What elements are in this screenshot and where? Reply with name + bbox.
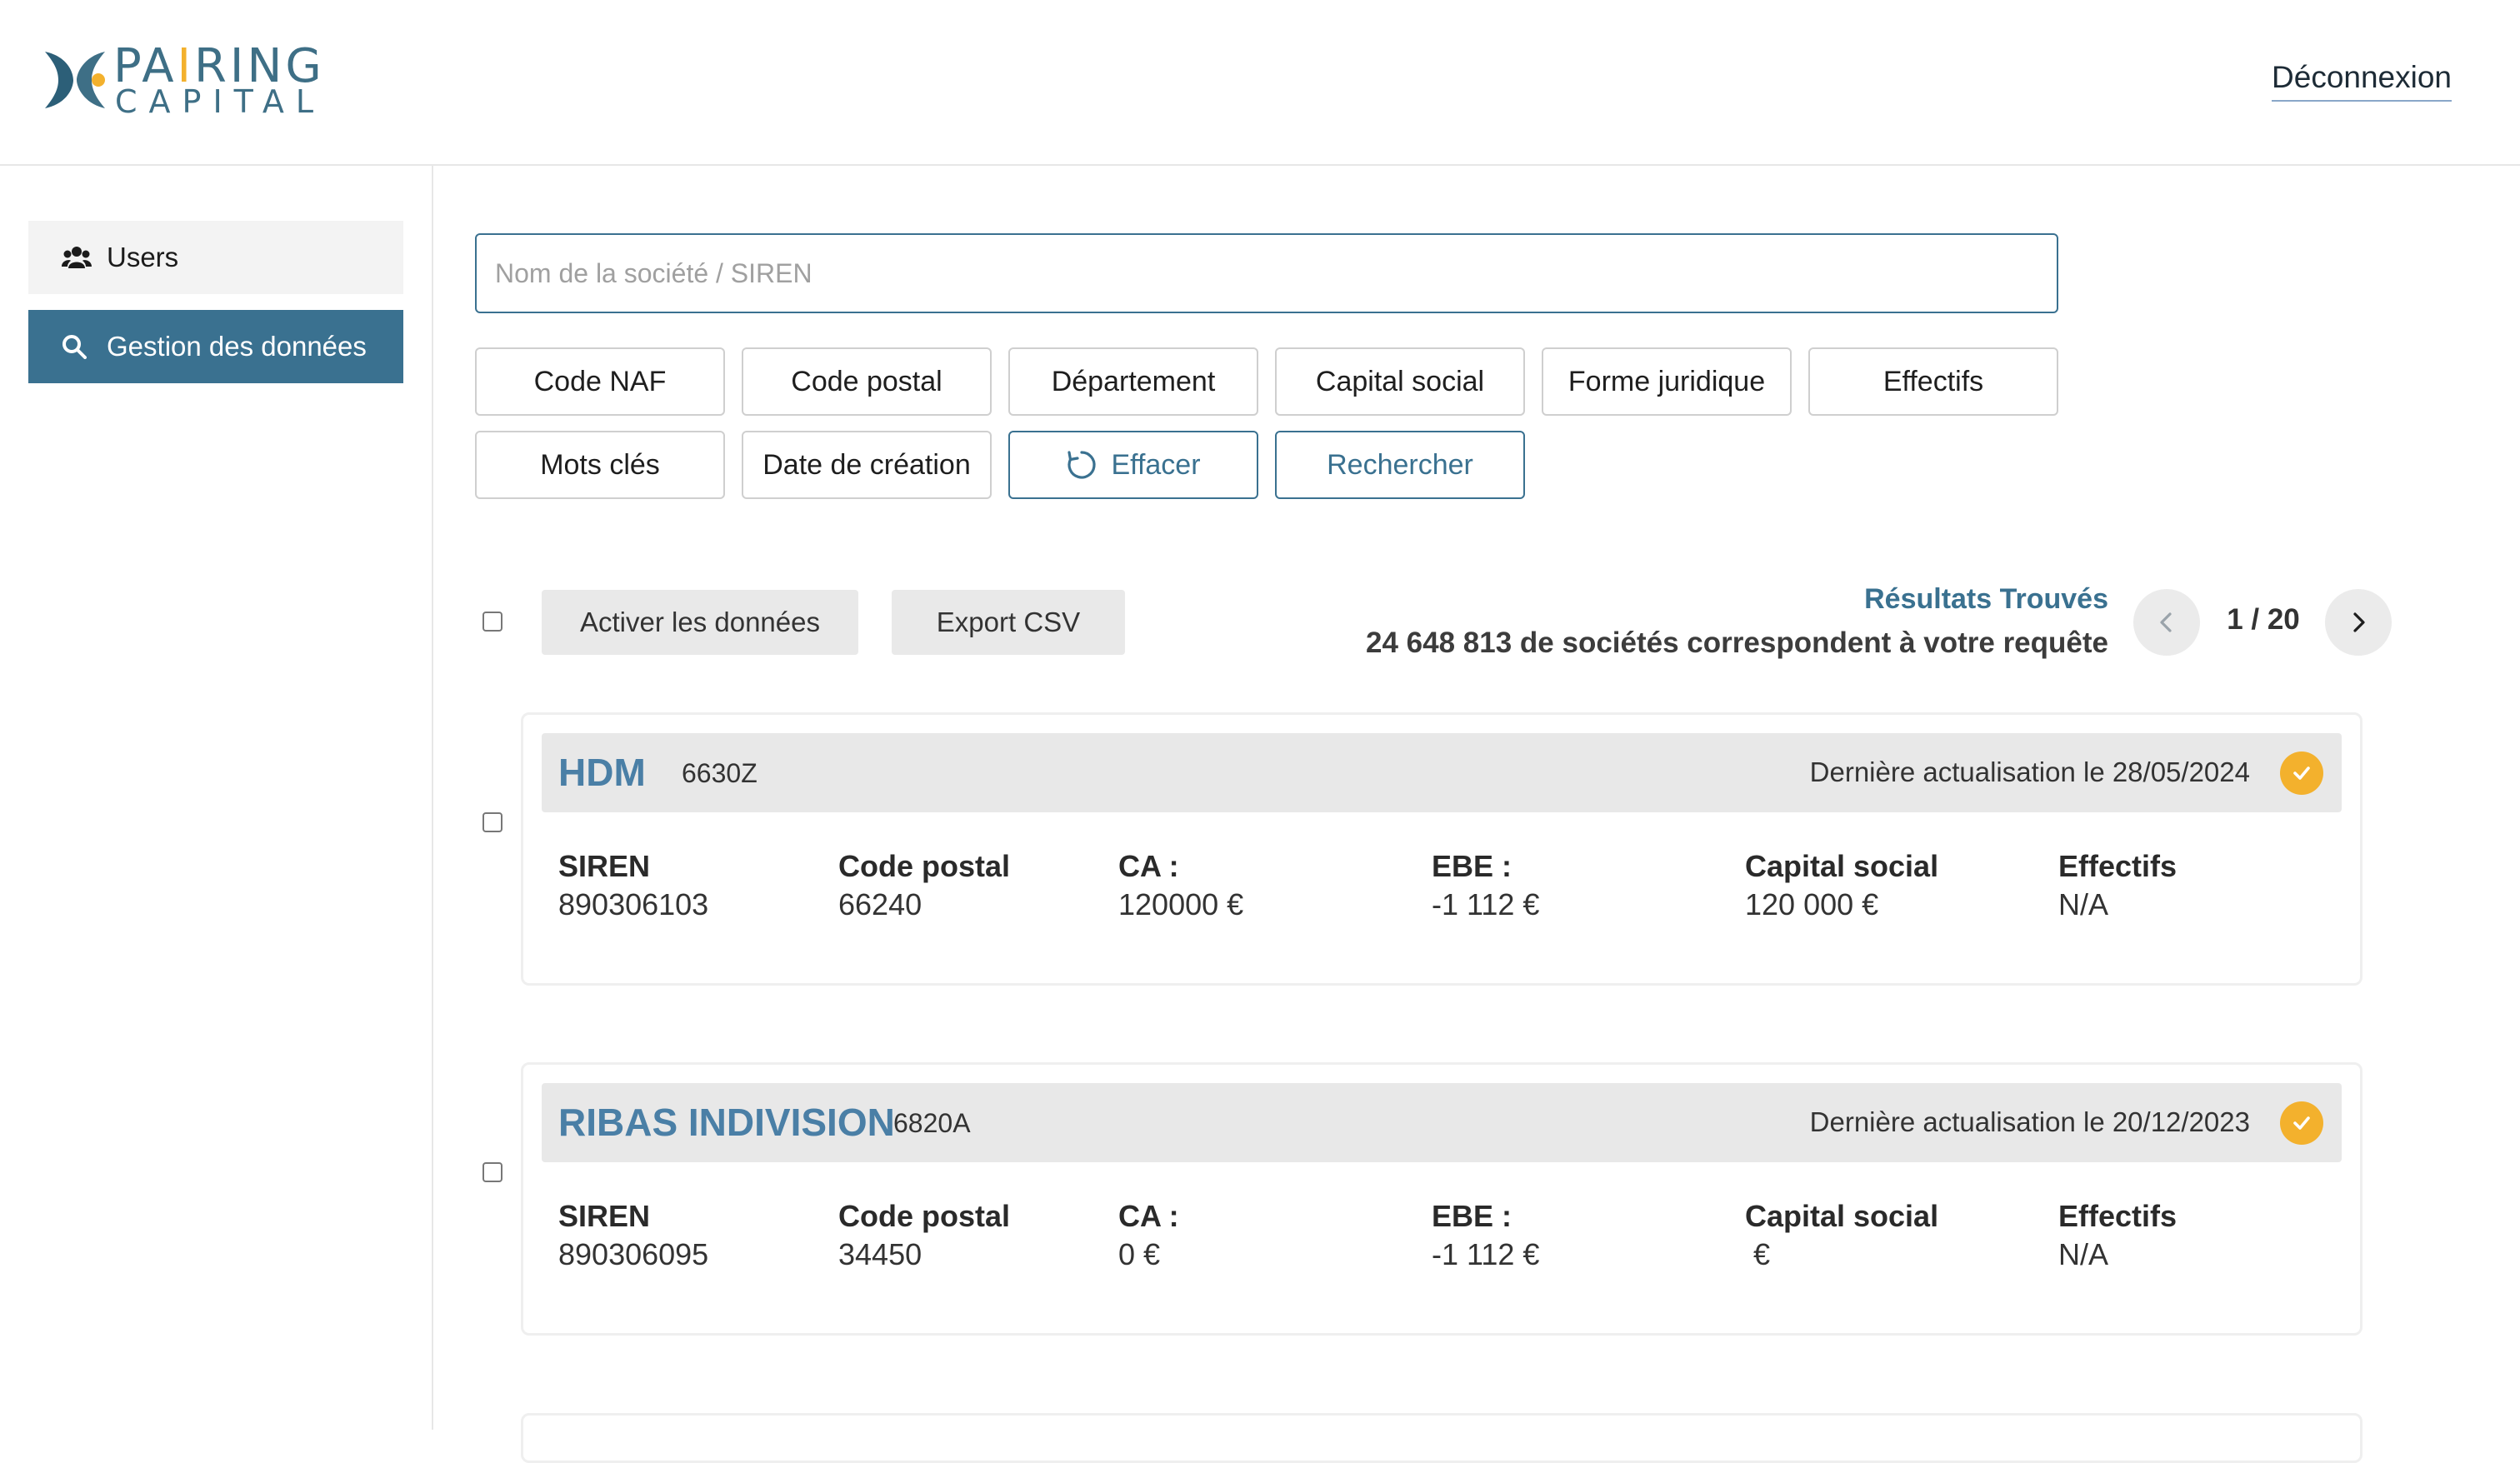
field-code-postal: Code postal 66240 <box>838 848 1010 925</box>
company-name-link[interactable]: HDM <box>558 750 646 795</box>
company-card-header: RIBAS INDIVISION 6820A Dernière actualis… <box>542 1083 2342 1162</box>
company-card: RIBAS INDIVISION 6820A Dernière actualis… <box>521 1062 2362 1336</box>
filter-date-creation-button[interactable]: Date de création <box>742 431 992 499</box>
field-value: -1 112 € <box>1432 887 1540 921</box>
reset-icon <box>1066 449 1098 481</box>
results-title: Résultats Trouvés <box>1864 583 2108 615</box>
field-ca: CA : 120000 € <box>1118 848 1243 925</box>
filter-capital-social-button[interactable]: Capital social <box>1275 347 1525 416</box>
field-label: Effectifs <box>2058 849 2178 883</box>
sidebar-item-label: Users <box>107 242 179 272</box>
field-label: CA : <box>1118 1199 1179 1233</box>
field-capital-social: Capital social € <box>1745 1198 1938 1275</box>
filter-forme-juridique-button[interactable]: Forme juridique <box>1542 347 1792 416</box>
sidebar-item-data-management[interactable]: Gestion des données <box>28 310 403 383</box>
pairing-capital-logo[interactable]: PAIRING CAPITAL <box>43 42 322 118</box>
logout-link[interactable]: Déconnexion <box>2272 60 2452 102</box>
sidebar-item-users[interactable]: Users <box>28 221 403 294</box>
last-update-text: Dernière actualisation le 20/12/2023 <box>1809 1106 2250 1137</box>
naf-code: 6820A <box>893 1108 971 1138</box>
field-value: N/A <box>2058 1237 2109 1271</box>
field-label: Code postal <box>838 1199 1011 1233</box>
field-label: EBE : <box>1432 1199 1512 1233</box>
company-name-link[interactable]: RIBAS INDIVISION <box>558 1100 895 1145</box>
filter-effectifs-button[interactable]: Effectifs <box>1808 347 2058 416</box>
clear-button[interactable]: Effacer <box>1008 431 1258 499</box>
results-count: 24 648 813 de sociétés correspondent à v… <box>1366 627 2108 659</box>
sidebar: Users Gestion des données <box>0 166 433 1430</box>
field-label: Capital social <box>1745 1199 1939 1233</box>
field-label: SIREN <box>558 1199 651 1233</box>
field-effectifs: Effectifs N/A <box>2058 1198 2177 1275</box>
field-siren: SIREN 890306095 <box>558 1198 708 1275</box>
company-card: HDM 6630Z Dernière actualisation le 28/0… <box>521 712 2362 986</box>
company-card <box>521 1413 2362 1463</box>
select-all-checkbox[interactable] <box>482 612 502 632</box>
logo-wordmark-bottom: CAPITAL <box>115 83 326 120</box>
verified-check-icon <box>2280 1101 2323 1145</box>
sidebar-item-label: Gestion des données <box>107 331 367 362</box>
filter-code-postal-button[interactable]: Code postal <box>742 347 992 416</box>
activate-data-button[interactable]: Activer les données <box>542 590 858 655</box>
field-capital-social: Capital social 120 000 € <box>1745 848 1938 925</box>
filter-code-naf-button[interactable]: Code NAF <box>475 347 725 416</box>
field-value: 890306095 <box>558 1237 709 1271</box>
field-label: Effectifs <box>2058 1199 2178 1233</box>
field-value: € <box>1745 1237 1771 1271</box>
clear-button-label: Effacer <box>1111 448 1201 481</box>
field-value: 120000 € <box>1118 887 1244 921</box>
company-card-header: HDM 6630Z Dernière actualisation le 28/0… <box>542 733 2342 812</box>
field-ca: CA : 0 € <box>1118 1198 1179 1275</box>
chevron-left-icon <box>2160 612 2172 632</box>
company-search-input[interactable] <box>475 233 2058 313</box>
field-label: EBE : <box>1432 849 1512 883</box>
search-button[interactable]: Rechercher <box>1275 431 1525 499</box>
export-csv-button[interactable]: Export CSV <box>892 590 1125 655</box>
field-label: SIREN <box>558 849 651 883</box>
field-label: Capital social <box>1745 849 1939 883</box>
last-update-text: Dernière actualisation le 28/05/2024 <box>1809 756 2250 787</box>
previous-page-button[interactable] <box>2133 589 2200 656</box>
field-siren: SIREN 890306103 <box>558 848 708 925</box>
field-ebe: EBE : -1 112 € <box>1432 848 1539 925</box>
field-code-postal: Code postal 34450 <box>838 1198 1010 1275</box>
field-label: CA : <box>1118 849 1179 883</box>
filter-departement-button[interactable]: Département <box>1008 347 1258 416</box>
field-value: 0 € <box>1118 1237 1161 1271</box>
field-value: -1 112 € <box>1432 1237 1540 1271</box>
next-page-button[interactable] <box>2325 589 2392 656</box>
users-icon <box>62 242 93 272</box>
verified-check-icon <box>2280 751 2323 795</box>
top-header: PAIRING CAPITAL Déconnexion <box>0 0 2520 166</box>
field-value: 66240 <box>838 887 922 921</box>
pagination-indicator: 1 / 20 <box>2227 603 2300 636</box>
logo-mark-icon <box>45 52 105 108</box>
field-ebe: EBE : -1 112 € <box>1432 1198 1539 1275</box>
naf-code: 6630Z <box>682 758 758 788</box>
filter-mots-cles-button[interactable]: Mots clés <box>475 431 725 499</box>
field-effectifs: Effectifs N/A <box>2058 848 2177 925</box>
field-value: 34450 <box>838 1237 922 1271</box>
field-value: 890306103 <box>558 887 709 921</box>
field-value: 120 000 € <box>1745 887 1879 921</box>
company-row-checkbox[interactable] <box>482 812 502 832</box>
field-value: N/A <box>2058 887 2109 921</box>
field-label: Code postal <box>838 849 1011 883</box>
company-row-checkbox[interactable] <box>482 1162 502 1182</box>
chevron-right-icon <box>2353 612 2365 632</box>
search-icon <box>62 332 93 362</box>
